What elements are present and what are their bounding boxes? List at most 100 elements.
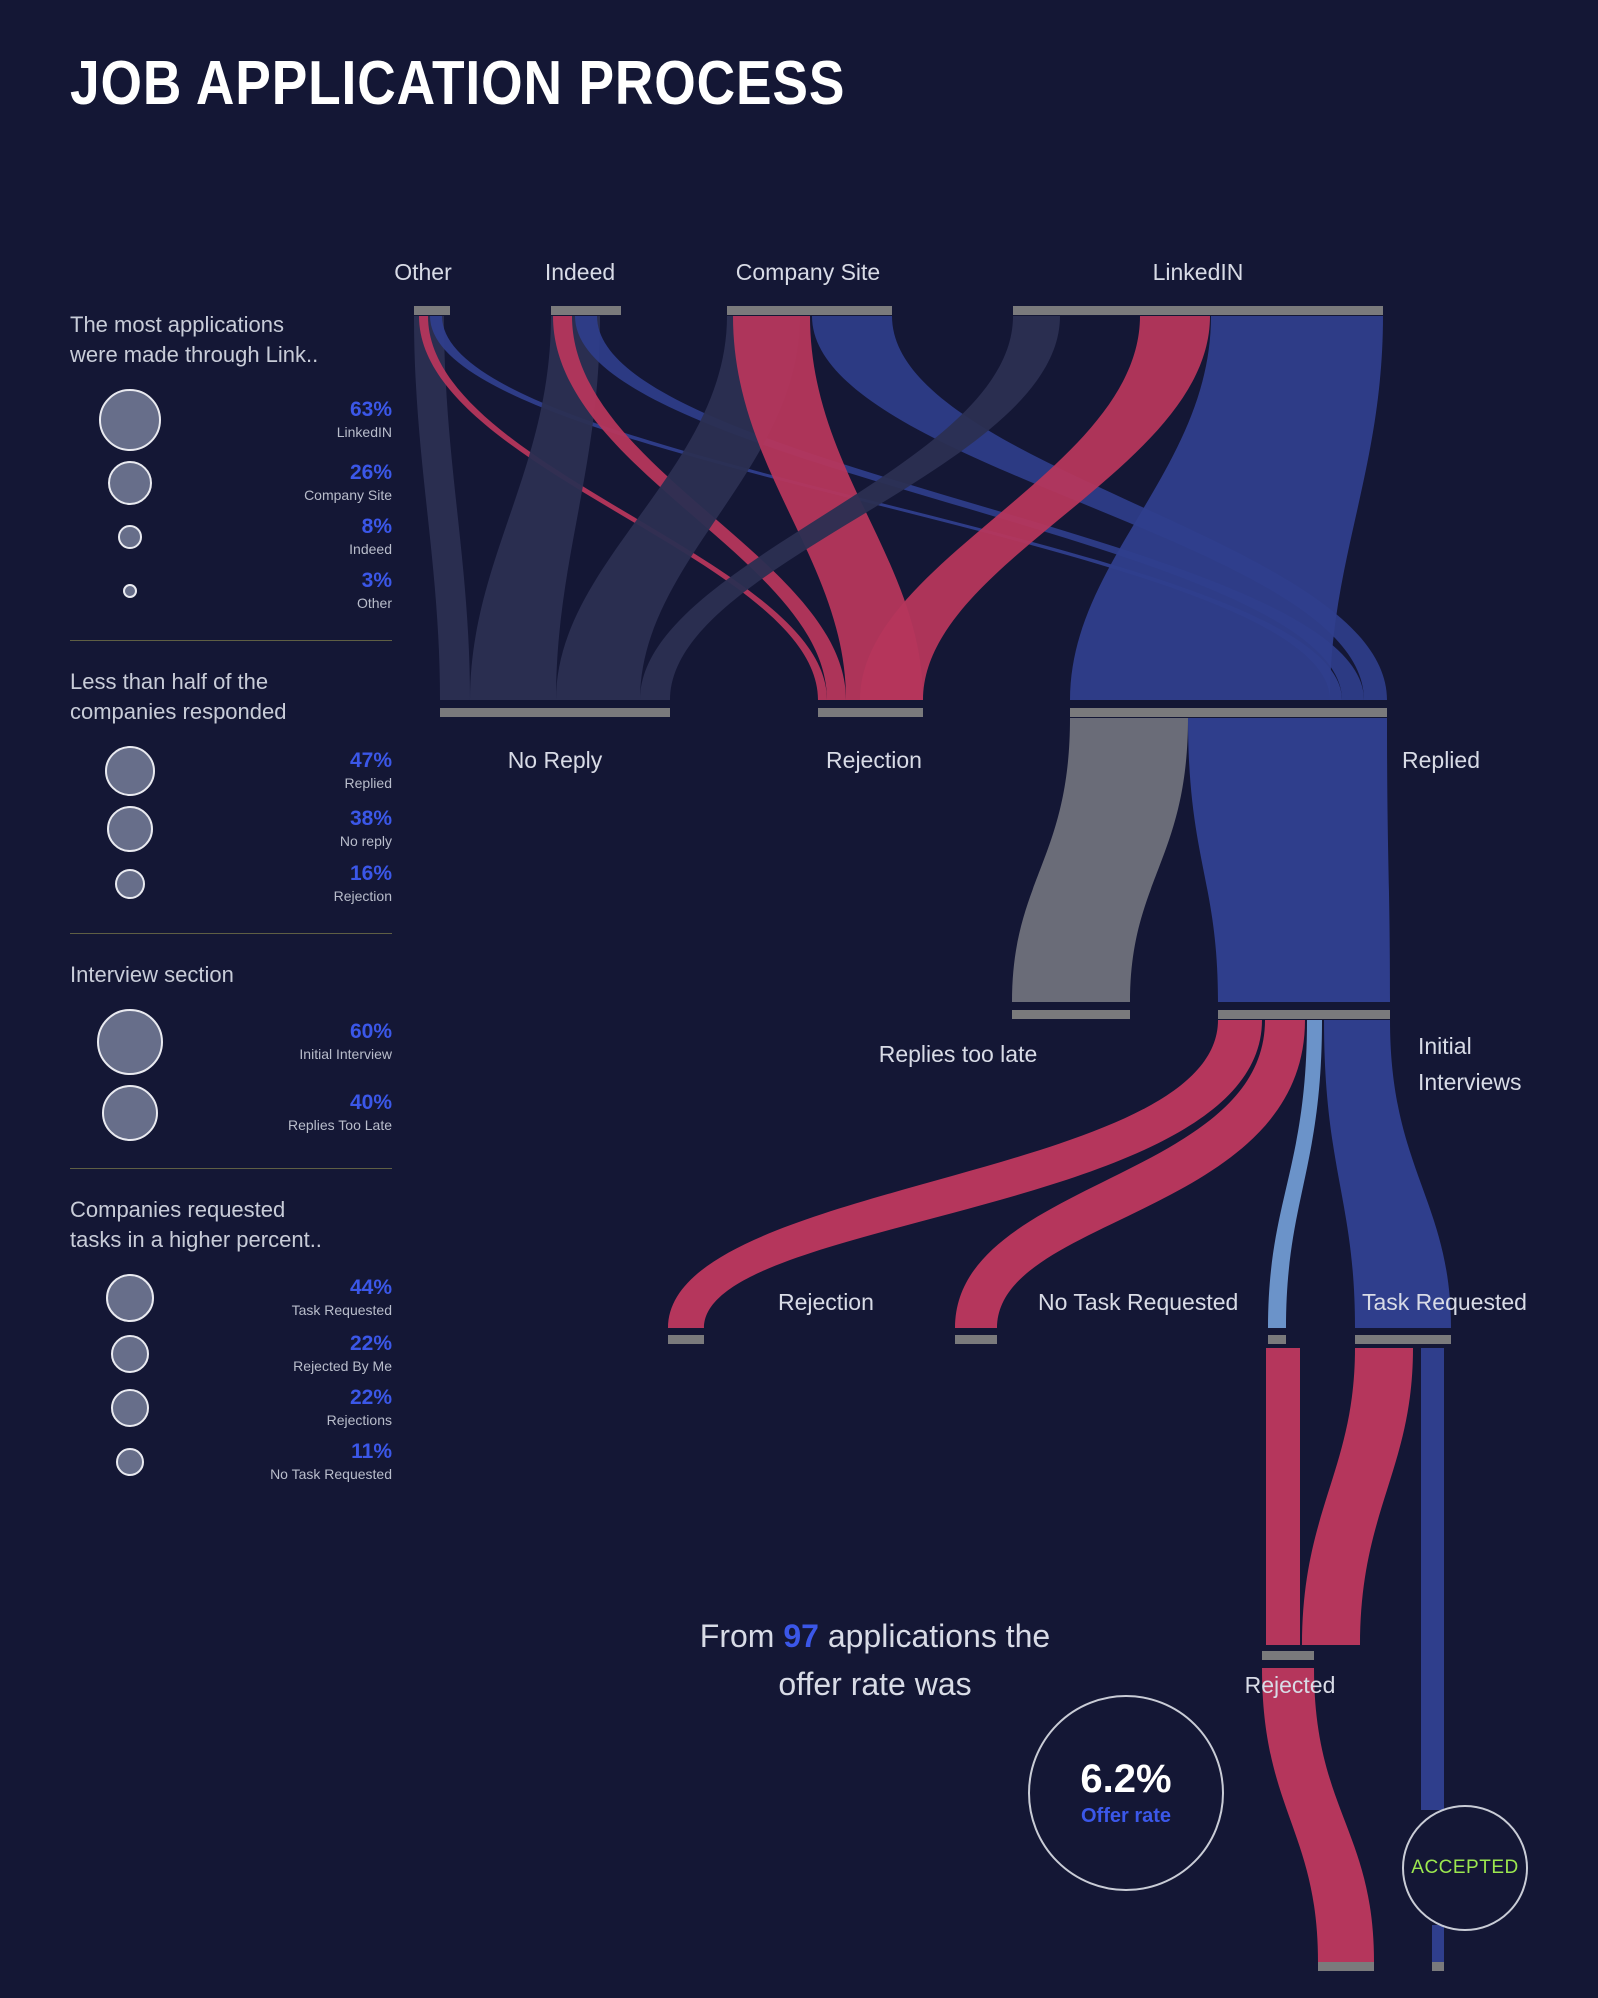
legend-bubble-icon bbox=[111, 1389, 149, 1427]
callout-line1-post: applications the bbox=[818, 1618, 1051, 1654]
sankey-node-label-line2: Interviews bbox=[1418, 1069, 1522, 1095]
sankey-node-bar bbox=[727, 306, 892, 315]
sankey-node-task_small[interactable] bbox=[1268, 1335, 1286, 1344]
legend-item[interactable]: 47% Replied bbox=[70, 741, 400, 801]
legend-item[interactable]: 26% Company Site bbox=[70, 456, 400, 510]
legend-text-wrap: 38% No reply bbox=[190, 807, 400, 851]
legend-percent: 47% bbox=[349, 749, 392, 772]
sankey-node-rejected[interactable]: Rejected bbox=[1245, 1651, 1336, 1698]
legend-label: LinkedIN bbox=[336, 424, 392, 440]
legend-section-heading: Companies requested tasks in a higher pe… bbox=[70, 1197, 322, 1252]
sankey-node-label: Replies too late bbox=[879, 1041, 1038, 1067]
legend-item[interactable]: 63% LinkedIN bbox=[70, 384, 400, 456]
legend-bubble-wrap bbox=[70, 1448, 190, 1476]
sankey-node-bar bbox=[1262, 1651, 1314, 1660]
sankey-node-bar bbox=[1070, 708, 1387, 717]
legend-percent: 44% bbox=[349, 1276, 392, 1299]
legend-label: No Task Requested bbox=[270, 1466, 392, 1482]
sankey-node-bar bbox=[1432, 1962, 1444, 1971]
legend-divider bbox=[70, 933, 392, 934]
sankey-node-label: LinkedIN bbox=[1153, 259, 1244, 285]
legend-item[interactable]: 11% No Task Requested bbox=[70, 1435, 400, 1489]
legend-text-wrap: 8% Indeed bbox=[190, 515, 400, 559]
sankey-node-bar bbox=[1318, 1962, 1374, 1971]
legend-bubble-icon bbox=[118, 525, 142, 549]
legend-item[interactable]: 16% Rejection bbox=[70, 857, 400, 911]
legend-rows: 47% Replied 38% No reply 16% Rejection bbox=[70, 741, 400, 911]
legend-item[interactable]: 22% Rejections bbox=[70, 1381, 400, 1435]
offer-rate-caption: Offer rate bbox=[1080, 1805, 1172, 1827]
legend-item[interactable]: 60% Initial Interview bbox=[70, 1004, 400, 1080]
legend-rows: 60% Initial Interview 40% Replies Too Late bbox=[70, 1004, 400, 1146]
legend-label: Rejected By Me bbox=[293, 1358, 392, 1374]
sankey-node-other[interactable]: Other bbox=[394, 259, 452, 315]
legend-item[interactable]: 8% Indeed bbox=[70, 510, 400, 564]
legend-bubble-wrap bbox=[70, 1085, 190, 1141]
legend-section: The most applications were made through … bbox=[70, 310, 400, 618]
legend-bubble-icon bbox=[111, 1335, 149, 1373]
legend-percent: 3% bbox=[361, 569, 392, 592]
sankey-flows-tier1 bbox=[414, 316, 1387, 700]
sankey-node-no_reply[interactable]: No Reply bbox=[440, 708, 670, 773]
legend-percent: 38% bbox=[349, 807, 392, 830]
legend-section-heading: The most applications were made through … bbox=[70, 312, 319, 367]
sankey-node-company_site[interactable]: Company Site bbox=[727, 259, 892, 315]
legend-percent: 16% bbox=[349, 862, 392, 885]
legend-divider bbox=[70, 1168, 392, 1169]
legend-text-wrap: 22% Rejections bbox=[190, 1386, 400, 1430]
legend-percent: 26% bbox=[349, 461, 392, 484]
legend-text-wrap: 26% Company Site bbox=[190, 461, 400, 505]
legend-bubble-wrap bbox=[70, 389, 190, 451]
legend-text-wrap: 22% Rejected By Me bbox=[190, 1332, 400, 1376]
sankey-node-bar bbox=[551, 306, 621, 315]
sankey-node-accepted_fin[interactable] bbox=[1432, 1962, 1444, 1971]
legend-percent: 11% bbox=[351, 1440, 392, 1463]
legend-percent: 22% bbox=[349, 1332, 392, 1355]
legend-bubble-icon bbox=[108, 461, 152, 505]
legend-bubble-icon bbox=[102, 1085, 158, 1141]
legend-label: Other bbox=[356, 595, 392, 611]
sankey-node-bar bbox=[1013, 306, 1383, 315]
legend-item[interactable]: 44% Task Requested bbox=[70, 1269, 400, 1327]
legend-label: Replied bbox=[344, 775, 392, 791]
sankey-node-bar bbox=[955, 1335, 997, 1344]
sankey-node-label: Rejection bbox=[826, 747, 922, 773]
legend-bubble-wrap bbox=[70, 461, 190, 505]
sankey-node-label: Initial bbox=[1418, 1033, 1472, 1059]
legend-bubble-icon bbox=[106, 1274, 154, 1322]
legend-bubble-wrap bbox=[70, 525, 190, 549]
legend-bubble-icon bbox=[97, 1009, 163, 1075]
sankey-node-rejection_1[interactable]: Rejection bbox=[818, 708, 923, 773]
legend-bubble-wrap bbox=[70, 1274, 190, 1322]
legend-percent: 8% bbox=[361, 515, 392, 538]
callout-line2: offer rate was bbox=[778, 1666, 972, 1702]
sankey-node-bar bbox=[818, 708, 923, 717]
sankey-node-replies_late[interactable]: Replies too late bbox=[879, 1010, 1130, 1067]
sankey-node-label: Indeed bbox=[545, 259, 615, 285]
legend-section: Companies requested tasks in a higher pe… bbox=[70, 1195, 400, 1489]
legend-percent: 40% bbox=[349, 1091, 392, 1114]
legend-item[interactable]: 38% No reply bbox=[70, 801, 400, 857]
legend-item[interactable]: 3% Other bbox=[70, 564, 400, 618]
offer-rate-value: 6.2% bbox=[1080, 1757, 1172, 1801]
sankey-flows-tier2 bbox=[1012, 718, 1390, 1002]
offer-rate-badge: 6.2% Offer rate bbox=[1028, 1695, 1224, 1891]
legend-bubble-icon bbox=[107, 806, 153, 852]
legend-label: Rejections bbox=[326, 1412, 392, 1428]
sankey-node-bar bbox=[440, 708, 670, 717]
legend-label: Initial Interview bbox=[299, 1046, 392, 1062]
legend-text-wrap: 47% Replied bbox=[190, 749, 400, 793]
sankey-node-bar bbox=[1218, 1010, 1390, 1019]
legend-section-heading: Interview section bbox=[70, 962, 234, 987]
legend-item[interactable]: 40% Replies Too Late bbox=[70, 1080, 400, 1146]
sankey-node-indeed[interactable]: Indeed bbox=[545, 259, 621, 315]
legend-item[interactable]: 22% Rejected By Me bbox=[70, 1327, 400, 1381]
legend-percent: 60% bbox=[349, 1020, 392, 1043]
sankey-node-linkedin[interactable]: LinkedIN bbox=[1013, 259, 1383, 315]
sankey-node-label: Rejection bbox=[778, 1289, 874, 1315]
legend-label: Rejection bbox=[333, 888, 392, 904]
sankey-node-rejected_fin[interactable] bbox=[1318, 1962, 1374, 1971]
legend-text-wrap: 40% Replies Too Late bbox=[190, 1091, 400, 1135]
legend-section: Interview section 60% Initial Interview 40%… bbox=[70, 960, 400, 1146]
legend-text-wrap: 16% Rejection bbox=[190, 862, 400, 906]
